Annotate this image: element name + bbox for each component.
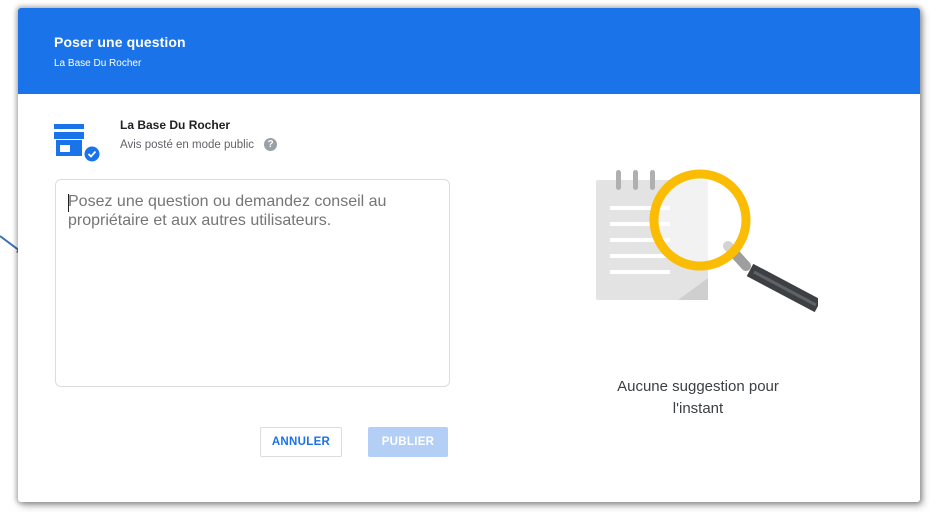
no-suggestions-message: Aucune suggestion pour l'instant <box>578 376 818 420</box>
visibility-label: Avis posté en mode public <box>120 138 255 151</box>
question-input[interactable] <box>68 192 428 372</box>
ask-question-dialog: Poser une question La Base Du Rocher La … <box>18 8 920 502</box>
publish-button[interactable]: PUBLIER <box>368 427 448 457</box>
magnifier-notepad-icon <box>596 169 818 313</box>
dialog-header: Poser une question La Base Du Rocher <box>18 8 920 94</box>
screen: Poser une question La Base Du Rocher La … <box>0 0 936 512</box>
question-field-container[interactable] <box>55 179 450 387</box>
visibility-row: Avis posté en mode public ? <box>120 138 278 151</box>
cancel-button[interactable]: ANNULER <box>260 427 342 457</box>
text-cursor <box>68 194 69 212</box>
help-circle-icon[interactable]: ? <box>264 138 278 151</box>
no-suggestions-line2: l'instant <box>672 400 724 417</box>
dialog-subtitle: La Base Du Rocher <box>54 58 142 69</box>
business-name: La Base Du Rocher <box>120 118 231 132</box>
no-suggestions-line1: Aucune suggestion pour <box>617 378 779 395</box>
dialog-title: Poser une question <box>54 34 186 50</box>
storefront-verified-icon <box>54 124 101 163</box>
